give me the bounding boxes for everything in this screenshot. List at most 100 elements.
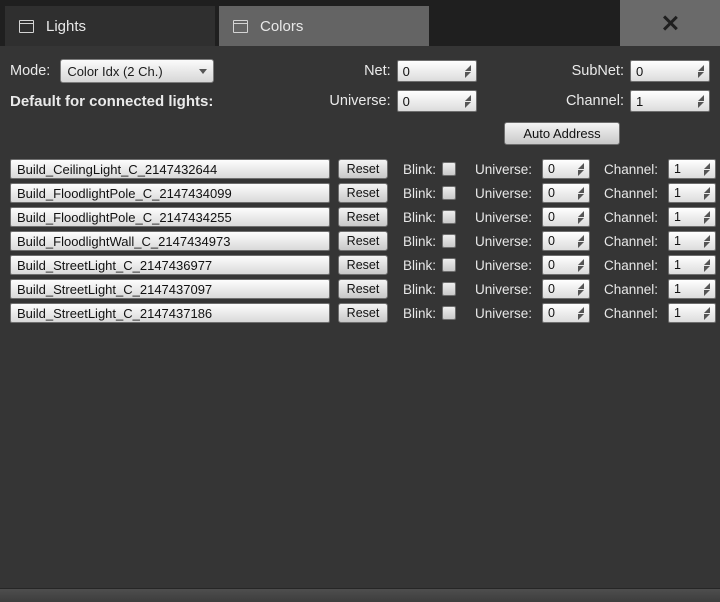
spinner-arrows-icon	[700, 235, 710, 248]
spinner-arrows-icon	[694, 95, 704, 108]
spinner-arrows-icon	[574, 235, 584, 248]
row-universe-label: Universe:	[464, 162, 534, 177]
light-row: Build_FloodlightWall_C_2147434973 Reset …	[10, 229, 710, 253]
row-universe-spin[interactable]: 0	[542, 255, 590, 275]
light-name-field[interactable]: Build_FloodlightPole_C_2147434255	[10, 207, 330, 227]
row-universe-label: Universe:	[464, 234, 534, 249]
subnet-label: SubNet:	[572, 63, 624, 79]
row-channel-label: Channel:	[598, 282, 660, 297]
row-channel-spin[interactable]: 1	[668, 279, 716, 299]
row-channel-label: Channel:	[598, 306, 660, 321]
channel-label: Channel:	[566, 93, 624, 109]
blink-checkbox[interactable]	[442, 258, 456, 272]
row-channel-label: Channel:	[598, 186, 660, 201]
spinner-arrows-icon	[574, 211, 584, 224]
light-row: Build_FloodlightPole_C_2147434255 Reset …	[10, 205, 710, 229]
row-channel-label: Channel:	[598, 210, 660, 225]
reset-button[interactable]: Reset	[338, 159, 388, 179]
row-channel-spin[interactable]: 1	[668, 207, 716, 227]
spinner-arrows-icon	[694, 65, 704, 78]
close-icon	[662, 15, 678, 31]
blink-checkbox[interactable]	[442, 162, 456, 176]
blink-checkbox[interactable]	[442, 282, 456, 296]
blink-checkbox[interactable]	[442, 210, 456, 224]
reset-button[interactable]: Reset	[338, 255, 388, 275]
spinner-arrows-icon	[700, 307, 710, 320]
subnet-spin[interactable]: 0	[630, 60, 710, 82]
light-name-field[interactable]: Build_FloodlightWall_C_2147434973	[10, 231, 330, 251]
row-universe-label: Universe:	[464, 306, 534, 321]
row-universe-label: Universe:	[464, 186, 534, 201]
mode-label: Mode:	[10, 63, 50, 79]
tab-label: Colors	[260, 18, 303, 35]
universe-spin[interactable]: 0	[397, 90, 477, 112]
net-spin[interactable]: 0	[397, 60, 477, 82]
row-universe-spin[interactable]: 0	[542, 303, 590, 323]
tab-bar: Lights Colors	[0, 0, 720, 46]
row-channel-label: Channel:	[598, 234, 660, 249]
blink-label: Blink:	[403, 186, 438, 201]
row-channel-spin[interactable]: 1	[668, 159, 716, 179]
light-row: Build_StreetLight_C_2147436977 Reset Bli…	[10, 253, 710, 277]
chevron-down-icon	[199, 69, 207, 74]
blink-label: Blink:	[403, 282, 438, 297]
blink-label: Blink:	[403, 258, 438, 273]
light-row: Build_StreetLight_C_2147437186 Reset Bli…	[10, 301, 710, 325]
row-universe-spin[interactable]: 0	[542, 183, 590, 203]
light-name-field[interactable]: Build_StreetLight_C_2147437186	[10, 303, 330, 323]
row-channel-spin[interactable]: 1	[668, 231, 716, 251]
row-universe-spin[interactable]: 0	[542, 231, 590, 251]
light-name-field[interactable]: Build_StreetLight_C_2147436977	[10, 255, 330, 275]
spinner-arrows-icon	[574, 259, 584, 272]
spinner-arrows-icon	[700, 163, 710, 176]
row-universe-label: Universe:	[464, 258, 534, 273]
blink-label: Blink:	[403, 306, 438, 321]
blink-label: Blink:	[403, 210, 438, 225]
auto-address-button[interactable]: Auto Address	[504, 122, 620, 145]
net-label: Net:	[364, 63, 391, 79]
reset-button[interactable]: Reset	[338, 183, 388, 203]
tab-colors[interactable]: Colors	[219, 6, 429, 46]
row-universe-spin[interactable]: 0	[542, 159, 590, 179]
reset-button[interactable]: Reset	[338, 303, 388, 323]
blink-label: Blink:	[403, 234, 438, 249]
light-list: Build_CeilingLight_C_2147432644 Reset Bl…	[0, 157, 720, 325]
blink-checkbox[interactable]	[442, 234, 456, 248]
blink-checkbox[interactable]	[442, 186, 456, 200]
tab-lights[interactable]: Lights	[5, 6, 215, 46]
spinner-arrows-icon	[700, 283, 710, 296]
spinner-arrows-icon	[461, 65, 471, 78]
blink-checkbox[interactable]	[442, 306, 456, 320]
universe-label: Universe:	[329, 93, 390, 109]
spinner-arrows-icon	[700, 211, 710, 224]
close-tab-button[interactable]	[620, 0, 720, 46]
light-row: Build_FloodlightPole_C_2147434099 Reset …	[10, 181, 710, 205]
row-universe-label: Universe:	[464, 210, 534, 225]
mode-value: Color Idx (2 Ch.)	[67, 64, 162, 79]
window-icon	[19, 20, 34, 33]
row-universe-spin[interactable]: 0	[542, 207, 590, 227]
row-channel-label: Channel:	[598, 258, 660, 273]
row-universe-label: Universe:	[464, 282, 534, 297]
blink-label: Blink:	[403, 162, 438, 177]
window-icon	[233, 20, 248, 33]
reset-button[interactable]: Reset	[338, 207, 388, 227]
light-row: Build_StreetLight_C_2147437097 Reset Bli…	[10, 277, 710, 301]
channel-spin[interactable]: 1	[630, 90, 710, 112]
row-channel-spin[interactable]: 1	[668, 303, 716, 323]
connected-label: Default for connected lights:	[10, 93, 213, 110]
light-name-field[interactable]: Build_FloodlightPole_C_2147434099	[10, 183, 330, 203]
spinner-arrows-icon	[574, 187, 584, 200]
spinner-arrows-icon	[574, 307, 584, 320]
reset-button[interactable]: Reset	[338, 279, 388, 299]
spinner-arrows-icon	[700, 187, 710, 200]
light-name-field[interactable]: Build_CeilingLight_C_2147432644	[10, 159, 330, 179]
light-name-field[interactable]: Build_StreetLight_C_2147437097	[10, 279, 330, 299]
mode-combo[interactable]: Color Idx (2 Ch.)	[60, 59, 214, 83]
row-channel-spin[interactable]: 1	[668, 255, 716, 275]
spinner-arrows-icon	[574, 283, 584, 296]
row-channel-spin[interactable]: 1	[668, 183, 716, 203]
reset-button[interactable]: Reset	[338, 231, 388, 251]
spinner-arrows-icon	[461, 95, 471, 108]
row-universe-spin[interactable]: 0	[542, 279, 590, 299]
